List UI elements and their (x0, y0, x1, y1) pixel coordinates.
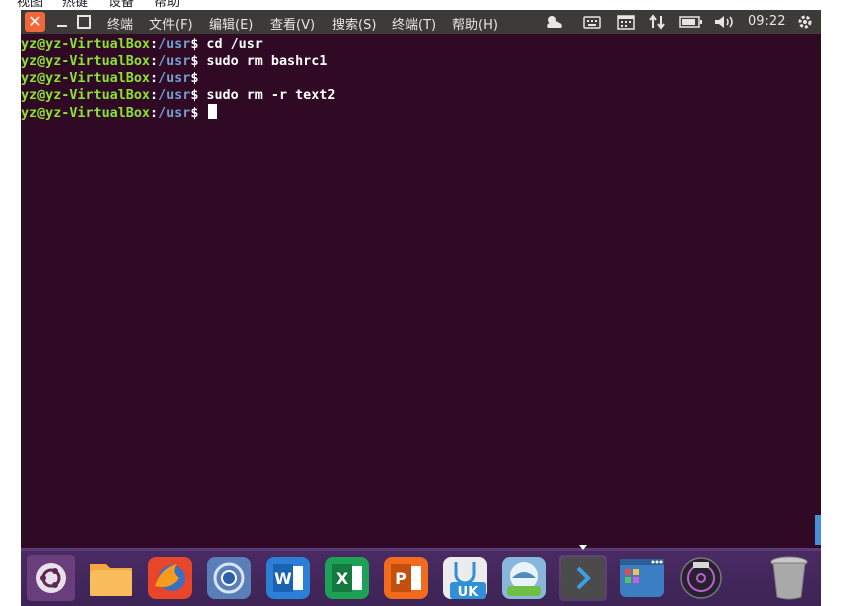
firefox-icon[interactable] (146, 555, 194, 601)
terminal-line: yz@yz-VirtualBox:/usr$ sudo rm -r text2 (21, 88, 336, 103)
terminal-icon[interactable] (559, 555, 607, 601)
terminal-line: yz@yz-VirtualBox:/usr$ sudo rm bashrc1 (21, 54, 328, 69)
svg-text:X: X (336, 569, 349, 588)
prompt-user: yz@yz-VirtualBox (21, 88, 150, 103)
close-window-button[interactable]: ✕ (25, 12, 45, 32)
menu-help[interactable]: 帮助(H) (452, 14, 498, 33)
host-menu-view[interactable]: 视图 (17, 0, 43, 10)
dock-divider (21, 548, 821, 551)
network-icon[interactable] (647, 12, 667, 32)
chromium-icon[interactable] (205, 555, 253, 601)
workspace-switcher-icon[interactable] (618, 555, 666, 601)
files-folder-icon[interactable] (87, 555, 135, 601)
calendar-icon[interactable] (615, 12, 637, 32)
software-center-icon[interactable]: UK (441, 555, 489, 601)
wps-writer-icon[interactable]: W (264, 555, 312, 601)
terminal-output[interactable]: yz@yz-VirtualBox:/usr$ cd /usr yz@yz-Vir… (21, 36, 821, 121)
menu-terminal[interactable]: 终端(T) (392, 14, 436, 33)
command-text: sudo rm bashrc1 (198, 54, 328, 69)
command-text: cd /usr (198, 37, 263, 52)
terminal-scrollbar[interactable] (815, 515, 821, 545)
terminal-line: yz@yz-VirtualBox:/usr$ (21, 104, 821, 121)
wps-spreadsheet-icon[interactable]: X (323, 555, 371, 601)
settings-gear-icon[interactable] (794, 12, 816, 32)
host-menu-bar: 视图 热键 设备 帮助 (0, 0, 848, 10)
host-menu-devices[interactable]: 设备 (108, 0, 134, 10)
wps-presentation-icon[interactable]: P (382, 555, 430, 601)
host-menu-hotkey[interactable]: 热键 (62, 0, 88, 10)
svg-text:P: P (395, 569, 407, 588)
launcher-dock: W X P UK (21, 545, 821, 606)
menu-file[interactable]: 文件(F) (149, 14, 193, 33)
menu-edit[interactable]: 编辑(E) (209, 14, 253, 33)
music-disc-icon[interactable] (677, 555, 725, 601)
volume-icon[interactable] (711, 12, 737, 32)
prompt-path: /usr (158, 54, 191, 69)
trash-icon[interactable] (765, 555, 813, 601)
weather-icon[interactable] (543, 12, 567, 32)
minimize-window-button[interactable] (55, 15, 69, 29)
prompt-path: /usr (158, 71, 191, 86)
top-panel: ✕ 终端 文件(F) 编辑(E) 查看(V) 搜索(S) 终端(T) 帮助(H)… (21, 10, 821, 34)
menu-terminal-app[interactable]: 终端 (107, 14, 133, 33)
prompt-user: yz@yz-VirtualBox (21, 71, 150, 86)
prompt-user: yz@yz-VirtualBox (21, 37, 150, 52)
terminal-line: yz@yz-VirtualBox:/usr$ (21, 71, 199, 86)
ubuntu-launcher-icon[interactable] (27, 555, 75, 601)
terminal-line: yz@yz-VirtualBox:/usr$ cd /usr (21, 37, 263, 52)
prompt-user: yz@yz-VirtualBox (21, 106, 150, 121)
battery-icon[interactable] (678, 12, 704, 32)
menu-view[interactable]: 查看(V) (270, 14, 315, 33)
svg-text:W: W (274, 569, 292, 588)
menu-search[interactable]: 搜索(S) (332, 14, 376, 33)
prompt-path: /usr (158, 88, 191, 103)
ubuntu-kylin-assistant-icon[interactable] (500, 555, 548, 601)
prompt-path: /usr (158, 106, 191, 121)
vm-desktop: ✕ 终端 文件(F) 编辑(E) 查看(V) 搜索(S) 终端(T) 帮助(H)… (21, 10, 821, 606)
active-app-indicator (579, 545, 587, 550)
clock[interactable]: 09:22 (748, 14, 785, 29)
text-cursor (208, 104, 218, 119)
maximize-window-button[interactable] (77, 15, 91, 29)
host-menu-help[interactable]: 帮助 (154, 0, 180, 10)
keyboard-icon[interactable] (581, 12, 603, 32)
prompt-user: yz@yz-VirtualBox (21, 54, 150, 69)
svg-text:UK: UK (458, 585, 480, 600)
prompt-path: /usr (158, 37, 191, 52)
command-text: sudo rm -r text2 (198, 88, 336, 103)
